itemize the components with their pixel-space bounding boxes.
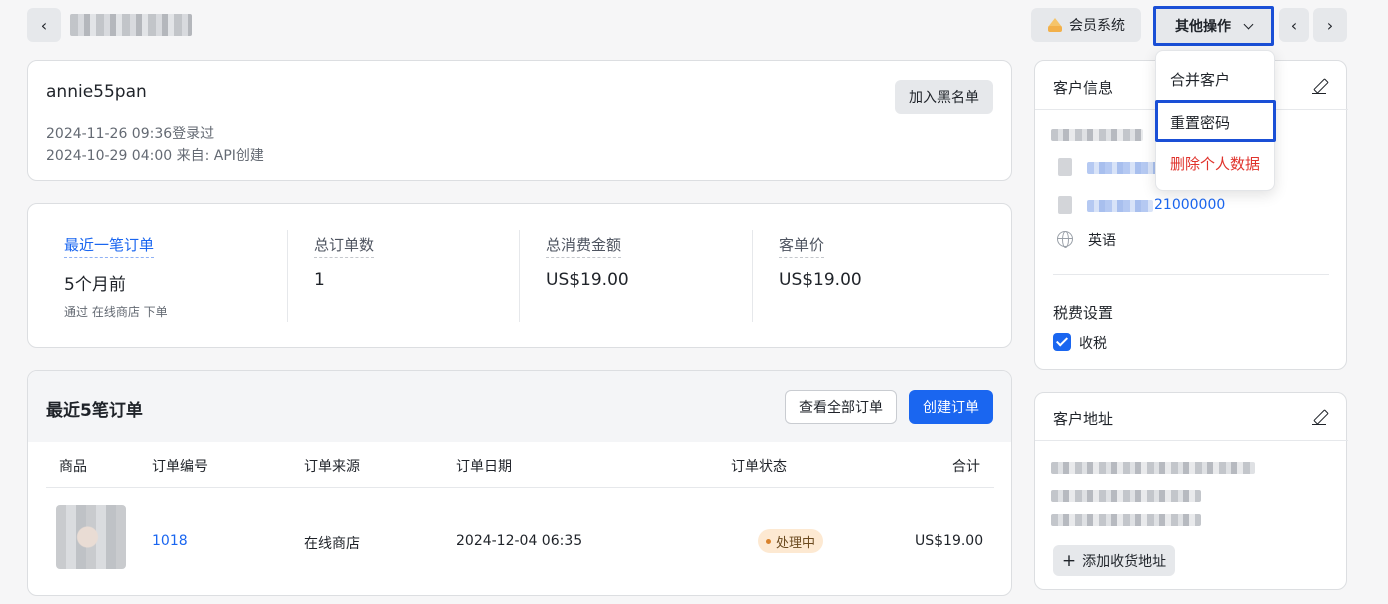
status-badge: 处理中 — [758, 529, 824, 553]
chevron-left-icon: ‹ — [40, 15, 48, 35]
crown-icon — [1047, 18, 1063, 32]
reset-password-highlight — [1155, 100, 1276, 142]
stat-total-orders-value: 1 — [314, 270, 325, 290]
redacted-address-line — [1051, 490, 1201, 502]
order-total: US$19.00 — [915, 533, 984, 549]
chevron-down-icon — [1243, 19, 1254, 29]
redacted-icon — [1058, 196, 1072, 214]
col-order-date: 订单日期 — [456, 459, 512, 475]
vip-system-label: 会员系统 — [1069, 18, 1125, 34]
divider — [1053, 274, 1329, 275]
stat-total-orders-label: 总订单数 — [314, 234, 375, 258]
stat-last-order-label[interactable]: 最近一笔订单 — [64, 234, 155, 258]
language-text: 英语 — [1088, 233, 1116, 249]
redacted-name — [1051, 129, 1143, 141]
redacted-icon — [1058, 158, 1072, 176]
last-login-text: 2024-11-26 09:36登录过 — [46, 126, 215, 142]
tax-option-label: 收税 — [1079, 336, 1107, 352]
order-number-link[interactable]: 1018 — [152, 533, 188, 549]
customer-address-card: 客户地址 + 添加收货地址 — [1034, 392, 1348, 590]
redacted-email — [1087, 162, 1159, 174]
menu-item-delete-personal-data[interactable]: 删除个人数据 — [1170, 153, 1260, 174]
other-actions-label: 其他操作 — [1175, 19, 1231, 35]
chevron-left-icon: ‹ — [1290, 15, 1298, 35]
created-text: 2024-10-29 04:00 来自: API创建 — [46, 148, 264, 164]
col-total: 合计 — [952, 459, 980, 475]
stat-avg-order-value: US$19.00 — [779, 270, 862, 290]
status-dot-icon — [766, 538, 771, 544]
order-date: 2024-12-04 06:35 — [456, 533, 583, 549]
customer-address-title: 客户地址 — [1053, 410, 1114, 428]
view-all-orders-button[interactable]: 查看全部订单 — [785, 390, 897, 424]
vip-system-button[interactable]: 会员系统 — [1031, 8, 1141, 42]
order-source: 在线商店 — [304, 536, 360, 552]
stat-avg-order: 客单价 US$19.00 — [779, 234, 1011, 290]
edit-pencil-icon[interactable] — [1312, 409, 1328, 425]
col-order-status: 订单状态 — [731, 459, 787, 475]
stat-total-orders: 总订单数 1 — [314, 234, 546, 290]
redacted-address-line — [1051, 514, 1201, 526]
orders-title: 最近5笔订单 — [46, 401, 143, 421]
prev-customer-button[interactable]: ‹ — [1279, 8, 1309, 42]
other-actions-menu: 合并客户 重置密码 删除个人数据 — [1155, 50, 1276, 191]
header-divider — [46, 487, 994, 488]
recent-orders-card: 最近5笔订单 查看全部订单 创建订单 商品 订单编号 订单来源 订单日期 订单状… — [27, 370, 1012, 596]
divider — [519, 230, 520, 322]
stat-total-spent-value: US$19.00 — [546, 270, 629, 290]
other-actions-button[interactable]: 其他操作 — [1153, 6, 1274, 46]
status-text: 处理中 — [776, 535, 816, 551]
customer-name: annie55pan — [46, 82, 147, 102]
divider — [752, 230, 753, 322]
back-button[interactable]: ‹ — [27, 8, 61, 42]
stat-last-order-sub: 通过 在线商店 下单 — [64, 305, 168, 319]
plus-icon: + — [1061, 550, 1077, 571]
add-address-label: 添加收货地址 — [1082, 553, 1167, 570]
tax-checkbox[interactable] — [1053, 333, 1071, 351]
col-product: 商品 — [59, 459, 87, 475]
customer-title-redacted — [70, 14, 192, 36]
tax-settings-title: 税费设置 — [1053, 304, 1114, 322]
next-customer-button[interactable]: › — [1313, 8, 1347, 42]
stat-last-order: 最近一笔订单 5个月前 通过 在线商店 下单 — [64, 234, 296, 320]
stat-total-spent: 总消费金额 US$19.00 — [546, 234, 778, 290]
globe-icon — [1057, 231, 1073, 248]
divider — [287, 230, 288, 322]
customer-info-title: 客户信息 — [1053, 79, 1114, 97]
add-address-button[interactable]: + 添加收货地址 — [1053, 545, 1175, 576]
col-order-source: 订单来源 — [304, 459, 360, 475]
add-blacklist-button[interactable]: 加入黑名单 — [895, 80, 993, 114]
stat-avg-order-label: 客单价 — [779, 234, 825, 258]
edit-pencil-icon[interactable] — [1312, 78, 1328, 94]
create-order-button[interactable]: 创建订单 — [909, 390, 993, 424]
chevron-right-icon: › — [1326, 15, 1334, 35]
stat-total-spent-label: 总消费金额 — [546, 234, 622, 258]
product-thumbnail — [56, 505, 126, 569]
stat-last-order-value: 5个月前 — [64, 275, 126, 295]
customer-summary-card: annie55pan 2024-11-26 09:36登录过 2024-10-2… — [27, 60, 1012, 181]
phone-suffix[interactable]: 21000000 — [1154, 197, 1225, 213]
stats-card: 最近一笔订单 5个月前 通过 在线商店 下单 总订单数 1 总消费金额 US$1… — [27, 203, 1012, 348]
divider — [1035, 440, 1348, 441]
redacted-address-line — [1051, 462, 1255, 474]
col-order-number: 订单编号 — [152, 459, 208, 475]
redacted-phone — [1087, 200, 1153, 212]
menu-item-merge-customer[interactable]: 合并客户 — [1170, 69, 1230, 90]
